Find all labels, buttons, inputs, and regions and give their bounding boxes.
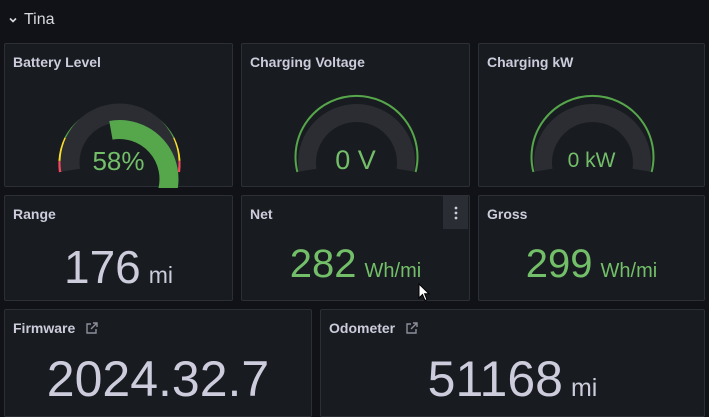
panel-title: Gross	[487, 206, 528, 222]
external-link-icon[interactable]	[405, 321, 419, 335]
chevron-down-icon	[9, 17, 17, 23]
panel-odometer[interactable]: Odometer 51168 mi	[320, 309, 705, 417]
external-link-icon[interactable]	[85, 321, 99, 335]
gross-value: 299 Wh/mi	[525, 242, 658, 286]
panel-gross[interactable]: Gross 299 Wh/mi	[478, 195, 705, 301]
panel-range[interactable]: Range 176 mi	[4, 195, 233, 301]
panel-title: Range	[13, 206, 56, 222]
net-value: 282 Wh/mi	[289, 242, 422, 286]
panel-title: Firmware	[13, 320, 99, 336]
more-vertical-icon	[454, 206, 457, 219]
panel-charging-voltage[interactable]: Charging Voltage 0 V	[241, 43, 470, 187]
odometer-value: 51168 mi	[427, 351, 598, 407]
battery-value: 58%	[92, 146, 145, 176]
panel-net[interactable]: Net 282 Wh/mi	[241, 195, 470, 301]
panel-title: Net	[250, 206, 273, 222]
row-header-tina[interactable]: Tina	[8, 9, 55, 31]
firmware-value: 2024.32.7	[46, 351, 270, 407]
panel-battery-level[interactable]: Battery Level 58%	[4, 43, 233, 188]
panel-firmware[interactable]: Firmware 2024.32.7	[4, 309, 312, 417]
voltage-value: 0 V	[335, 145, 376, 175]
panel-charging-kw[interactable]: Charging kW 0 kW	[478, 43, 705, 187]
range-value: 176 mi	[63, 241, 174, 293]
panel-title: Odometer	[329, 320, 419, 336]
kw-value: 0 kW	[567, 149, 616, 172]
row-title: Tina	[24, 11, 55, 28]
mouse-cursor-icon	[418, 283, 430, 302]
panel-menu-button[interactable]	[443, 196, 468, 229]
